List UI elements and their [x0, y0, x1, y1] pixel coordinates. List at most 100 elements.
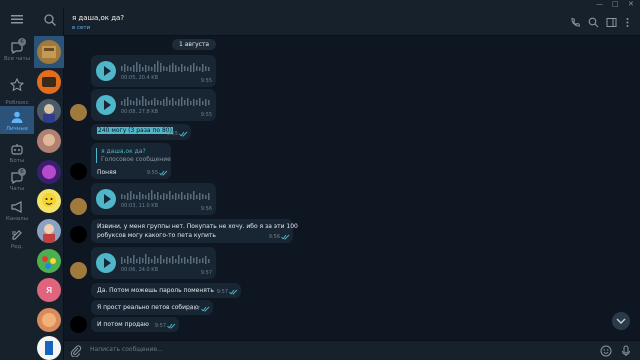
chat-avatar[interactable] [37, 99, 61, 123]
maximize-icon[interactable]: □ [612, 0, 619, 8]
voice-meta: 00:08, 27.8 KB [121, 109, 159, 115]
play-icon[interactable] [96, 95, 116, 115]
folder-channels[interactable]: Каналы [0, 198, 34, 224]
voice-message[interactable]: 00:05, 20.4 KB 9:55 [91, 55, 216, 87]
message-text: И потом продаю [97, 321, 149, 328]
double-check-icon [167, 323, 176, 329]
chat-avatar[interactable] [37, 249, 61, 273]
double-check-icon [159, 170, 168, 176]
message-input[interactable]: Написать сообщение... [90, 346, 163, 353]
message-text: 240 могу (3 раза по 80) [97, 127, 173, 134]
text-message[interactable]: 240 могу (3 раза по 80) 9:55 [91, 124, 191, 140]
reply-quote[interactable]: я даша,ок да? Голосовое сообщение [96, 148, 171, 163]
chat-avatar[interactable] [37, 189, 61, 213]
sidebar-toggle-icon[interactable] [606, 17, 617, 28]
message-time: 9:57 [154, 323, 166, 329]
message-area: 1 августа 00:05, 20.4 KB 9:55 00:08, 27.… [64, 36, 640, 340]
channel-icon [11, 201, 22, 213]
minimize-icon[interactable]: — [596, 0, 603, 8]
microphone-icon[interactable] [620, 345, 632, 357]
folder-edit[interactable]: Ред. [0, 226, 34, 252]
message-text: Поняя [97, 169, 117, 176]
menu-icon[interactable] [10, 14, 24, 24]
text-message[interactable]: Извини, у меня группы нет. Покупать не х… [91, 219, 298, 243]
chat-avatar[interactable] [37, 70, 61, 94]
waveform [121, 254, 210, 264]
text-message[interactable]: Да. Потом можешь пароль поменять 9:57 [91, 283, 241, 298]
reply-message[interactable]: я даша,ок да? Голосовое сообщение Поняя … [91, 143, 171, 179]
chat-header[interactable]: я даша,ок да? в сети [64, 8, 640, 36]
chat-avatar[interactable] [37, 336, 61, 360]
date-separator: 1 августа [172, 39, 217, 50]
bot-icon [11, 144, 23, 155]
sender-avatar[interactable] [70, 198, 87, 215]
message-time: 9:55 [200, 78, 212, 84]
folder-all-chats[interactable]: 6 Все чаты [0, 38, 34, 66]
voice-meta: 00:03, 11.0 KB [121, 203, 159, 209]
message-text: Да. Потом можешь пароль поменять [97, 287, 214, 294]
voice-meta: 00:05, 20.4 KB [121, 75, 159, 81]
phone-icon[interactable] [570, 17, 581, 28]
voice-message[interactable]: 00:03, 11.0 KB 9:56 [91, 183, 216, 215]
text-message[interactable]: Я прост реально петов собираю 9:57 [91, 300, 213, 315]
double-check-icon [281, 234, 290, 240]
close-icon[interactable]: ✕ [628, 0, 634, 8]
chat-avatar[interactable] [37, 129, 61, 153]
chat-status: в сети [72, 25, 91, 31]
reply-author: я даша,ок да? [101, 148, 146, 155]
folder-personal[interactable]: Личные [0, 106, 34, 134]
message-time: 9:56 [268, 234, 280, 240]
play-icon[interactable] [96, 253, 116, 273]
more-icon[interactable] [622, 17, 633, 28]
folder-label: Ред. [10, 244, 24, 250]
chat-avatar[interactable] [37, 40, 61, 64]
play-icon[interactable] [96, 61, 116, 81]
folder-label: Каналы [5, 216, 29, 222]
message-time: 9:55 [146, 170, 158, 176]
telegram-window: — □ ✕ 6 Все чаты Роблокс Фан Личные Боты… [0, 0, 640, 360]
waveform [121, 61, 210, 72]
chevron-down-icon [616, 318, 626, 324]
folder-label: Чаты [9, 186, 25, 192]
attach-icon[interactable] [70, 345, 82, 357]
chat-avatar[interactable]: я [37, 278, 61, 302]
chat-avatar[interactable] [37, 160, 61, 184]
reply-text: Голосовое сообщение [101, 156, 171, 163]
folder-bots[interactable]: Боты [0, 140, 34, 166]
chat-avatar[interactable] [37, 219, 61, 243]
chat-list: я [34, 8, 64, 360]
message-time: 9:57 [216, 289, 228, 295]
voice-message[interactable]: 00:08, 27.8 KB 9:55 [91, 89, 216, 121]
sender-avatar[interactable] [70, 104, 87, 121]
message-text: Извини, у меня группы нет. Покупать не х… [97, 223, 298, 230]
double-check-icon [179, 131, 188, 137]
title-bar: — □ ✕ [0, 0, 640, 8]
message-time: 9:55 [200, 112, 212, 118]
sender-avatar[interactable] [70, 226, 87, 243]
folder-label: Все чаты [3, 56, 31, 62]
search-icon[interactable] [43, 13, 57, 27]
star-icon [10, 78, 24, 92]
waveform [121, 190, 210, 200]
voice-message[interactable]: 00:06, 24.0 KB 9:57 [91, 247, 216, 279]
double-check-icon [201, 306, 210, 312]
chat-avatar[interactable] [37, 308, 61, 332]
message-text: Я прост реально петов собираю [97, 304, 199, 311]
folder-sidebar: 6 Все чаты Роблокс Фан Личные Боты 6 Чат… [0, 8, 34, 360]
search-icon[interactable] [588, 17, 599, 28]
text-message[interactable]: И потом продаю 9:57 [91, 317, 179, 332]
play-icon[interactable] [96, 189, 116, 209]
person-icon [11, 111, 23, 123]
folder-groups[interactable]: 6 Чаты [0, 168, 34, 196]
message-text: робуксов могу какого-то пета купить [97, 232, 216, 239]
sender-avatar[interactable] [70, 262, 87, 279]
emoji-icon[interactable] [600, 345, 612, 357]
edit-icon [12, 230, 22, 240]
double-check-icon [229, 289, 238, 295]
message-time: 9:57 [200, 270, 212, 276]
scroll-down-button[interactable] [612, 312, 630, 330]
sender-avatar[interactable] [70, 163, 87, 180]
sender-avatar[interactable] [70, 316, 87, 333]
folder-roblox[interactable]: Роблокс Фан [0, 70, 34, 112]
message-time: 9:56 [200, 206, 212, 212]
